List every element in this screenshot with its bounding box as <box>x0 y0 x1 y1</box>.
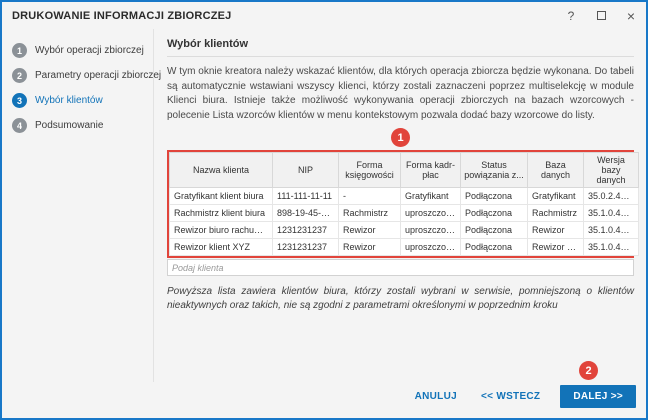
window-title: DRUKOWANIE INFORMACJI ZBIORCZEJ <box>12 9 232 22</box>
table-cell: Podłączona <box>460 238 528 256</box>
table-cell: uproszczone... <box>400 204 461 222</box>
next-button[interactable]: DALEJ >> <box>560 384 636 408</box>
table-cell: Rachmistrz <box>527 204 584 222</box>
description-text: W tym oknie kreatora należy wskazać klie… <box>167 66 634 121</box>
footer-actions: ANULUJ << WSTECZ DALEJ >> <box>2 382 646 418</box>
table-cell: uproszczone... <box>400 238 461 256</box>
table-cell: 111-111-11-11 <box>272 187 339 205</box>
table-cell: 898-19-45-134 <box>272 204 339 222</box>
annotation-badge-1: 1 <box>391 128 410 147</box>
column-header[interactable]: Forma księgowości <box>338 152 401 188</box>
maximize-glyph <box>596 11 606 20</box>
clients-table-head-row: Nazwa klienta NIP Forma księgowości Forma k… <box>169 152 639 188</box>
table-cell: 35.1.0.4521 <box>583 204 639 222</box>
table-cell: Rewizor <box>338 221 401 239</box>
table-cell: 35.1.0.4521 <box>583 238 639 256</box>
cancel-button[interactable]: ANULUJ <box>405 385 467 408</box>
close-icon[interactable]: × <box>624 9 638 23</box>
step-item-podsumowanie[interactable]: 4 Podsumowanie <box>12 114 149 137</box>
table-cell: Gratyfikant <box>527 187 584 205</box>
table-row[interactable]: Gratyfikant klient biura 111-111-11-11- Gr… <box>169 187 639 205</box>
step-label: Wybór operacji zbiorczej <box>35 45 144 56</box>
main-content: Wybór klientów W tym oknie kreatora nale… <box>154 29 646 382</box>
table-cell: Rewizor biuro rachunk... <box>169 221 273 239</box>
table-cell: Gratyfikant <box>400 187 461 205</box>
step-item-parametry-operacji[interactable]: 2 Parametry operacji zbiorczej <box>12 64 161 87</box>
table-cell: Podłączona <box>460 221 528 239</box>
window-controls: ? × <box>564 9 638 23</box>
table-row[interactable]: Rewizor klient XYZ 1231231237 Rewizor upros… <box>169 238 639 256</box>
step-label: Parametry operacji zbiorczej <box>35 70 162 81</box>
step-item-wybor-klientow[interactable]: 3 Wybór klientów <box>12 89 149 112</box>
page-title: Wybór klientów <box>167 38 634 57</box>
table-cell: Rachmistrz klient biura <box>169 204 273 222</box>
table-cell: Rewizor - nie... <box>527 238 584 256</box>
client-filter-input[interactable] <box>167 259 634 276</box>
back-button[interactable]: << WSTECZ <box>471 385 550 408</box>
column-header[interactable]: Wersja bazy danych <box>583 152 639 188</box>
column-header[interactable]: Nazwa klienta <box>169 152 273 188</box>
table-cell: Podłączona <box>460 187 528 205</box>
table-cell: 1231231237 <box>272 238 339 256</box>
dialog-body: 1 Wybór operacji zbiorczej 2 Parametry o… <box>2 29 646 382</box>
column-header[interactable]: Status powiązania z... <box>460 152 528 188</box>
table-row[interactable]: Rewizor biuro rachunk... 1231231237 Rewizo… <box>169 221 639 239</box>
step-item-wybor-operacji[interactable]: 1 Wybór operacji zbiorczej <box>12 39 149 62</box>
wizard-dialog: DRUKOWANIE INFORMACJI ZBIORCZEJ ? × 1 Wy… <box>0 0 648 420</box>
table-cell: 35.1.0.4521 <box>583 221 639 239</box>
maximize-icon[interactable] <box>594 9 608 23</box>
column-header[interactable]: Baza danych <box>527 152 584 188</box>
table-cell: uproszczone... <box>400 221 461 239</box>
step-number-icon: 1 <box>12 43 27 58</box>
table-cell: 1231231237 <box>272 221 339 239</box>
table-cell: Rewizor klient XYZ <box>169 238 273 256</box>
step-number-icon: 2 <box>12 68 27 83</box>
footnote-text: Powyższa lista zawiera klientów biura, k… <box>167 286 634 311</box>
table-row[interactable]: Rachmistrz klient biura 898-19-45-134 Rach… <box>169 204 639 222</box>
column-header[interactable]: Forma kadr-płac <box>400 152 461 188</box>
table-cell: Rachmistrz <box>338 204 401 222</box>
table-cell: Gratyfikant klient biura <box>169 187 273 205</box>
help-icon[interactable]: ? <box>564 9 578 23</box>
clients-table-highlight: Nazwa klienta NIP Forma księgowości Forma k… <box>167 150 639 258</box>
table-cell: 35.0.2.4488 <box>583 187 639 205</box>
step-number-icon: 3 <box>12 93 27 108</box>
clients-table: Nazwa klienta NIP Forma księgowości Forma k… <box>169 152 639 256</box>
column-header[interactable]: NIP <box>272 152 339 188</box>
table-cell: Rewizor <box>527 221 584 239</box>
wizard-steps: 1 Wybór operacji zbiorczej 2 Parametry o… <box>2 29 161 382</box>
clients-table-body: Gratyfikant klient biura 111-111-11-11- Gr… <box>169 187 639 256</box>
table-cell: Podłączona <box>460 204 528 222</box>
table-cell: Rewizor <box>338 238 401 256</box>
step-label: Podsumowanie <box>35 120 104 131</box>
step-label: Wybór klientów <box>35 95 103 106</box>
annotation-badge-2: 2 <box>579 361 598 380</box>
table-cell: - <box>338 187 401 205</box>
step-number-icon: 4 <box>12 118 27 133</box>
titlebar: DRUKOWANIE INFORMACJI ZBIORCZEJ ? × <box>2 2 646 29</box>
